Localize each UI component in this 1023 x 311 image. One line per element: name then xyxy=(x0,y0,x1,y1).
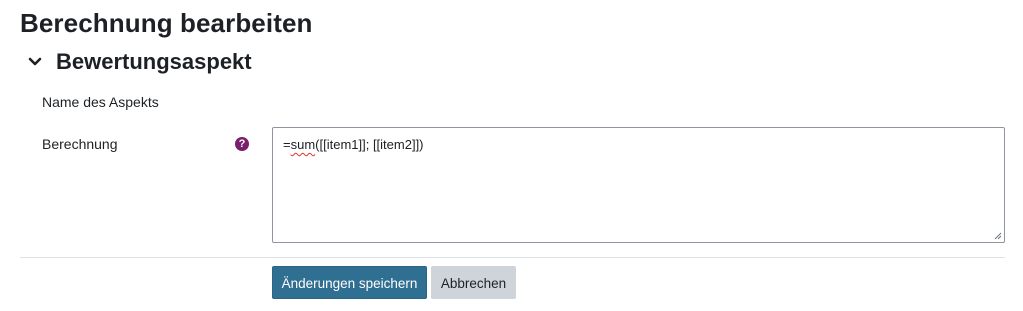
chevron-down-icon xyxy=(28,57,42,66)
section-toggle-bewertungsaspekt[interactable]: Bewertungsaspekt xyxy=(26,46,252,78)
form-divider xyxy=(20,257,1005,258)
aspect-name-label: Name des Aspekts xyxy=(42,94,159,110)
calculation-prefix: = xyxy=(283,137,291,152)
cancel-button[interactable]: Abbrechen xyxy=(431,266,516,299)
edit-calculation-page: Berechnung bearbeiten Bewertungsaspekt N… xyxy=(0,0,1023,311)
save-changes-button[interactable]: Änderungen speichern xyxy=(272,266,427,299)
calculation-function: sum xyxy=(290,137,316,152)
resize-grip-icon[interactable] xyxy=(994,232,1002,240)
section-title: Bewertungsaspekt xyxy=(56,49,252,74)
calculation-textarea[interactable]: =sum([[item1]]; [[item2]]) xyxy=(272,127,1005,243)
calculation-label: Berechnung xyxy=(42,136,118,152)
page-title: Berechnung bearbeiten xyxy=(20,8,313,38)
calculation-args: ([[item1]]; [[item2]]) xyxy=(315,137,424,152)
question-circle-icon[interactable]: ? xyxy=(235,137,249,151)
